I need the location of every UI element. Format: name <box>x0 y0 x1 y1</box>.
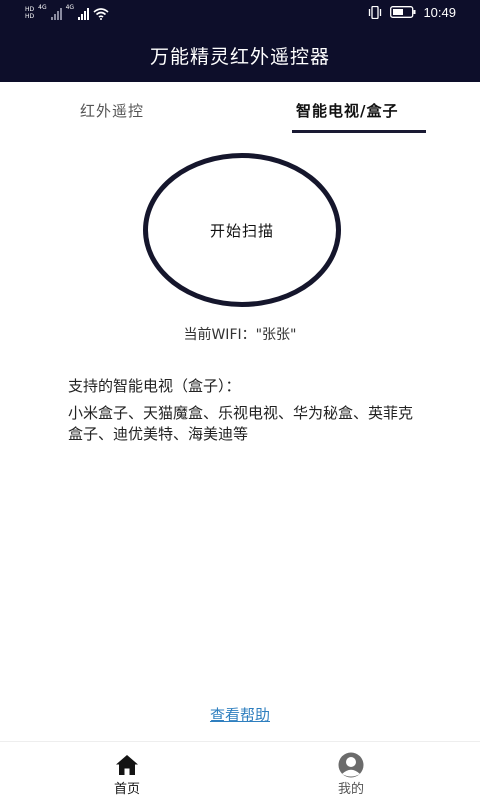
tab-bar: 红外遥控 智能电视/盒子 <box>0 82 480 134</box>
start-scan-button[interactable]: 开始扫描 <box>143 153 341 307</box>
network-type-2: 4G <box>65 4 75 11</box>
start-scan-label: 开始扫描 <box>209 221 274 240</box>
battery-icon <box>390 6 416 18</box>
sim2-tag: HD <box>25 13 35 20</box>
clock: 10:49 <box>423 4 456 20</box>
tab-infrared-remote[interactable]: 红外遥控 <box>80 100 144 121</box>
status-bar: HD HD 4G 4G 10:49 <box>0 0 480 26</box>
user-avatar-icon <box>338 752 364 778</box>
vibrate-icon <box>369 5 382 19</box>
nav-mine[interactable]: 我的 <box>301 742 401 801</box>
network-type-1: 4G <box>38 4 47 11</box>
bottom-navigation: 首页 我的 <box>0 741 480 801</box>
wifi-icon <box>93 8 109 20</box>
nav-home-label: 首页 <box>113 782 140 797</box>
home-icon <box>116 755 138 775</box>
supported-devices-title: 支持的智能电视（盒子）： <box>68 377 241 395</box>
app-header: HD HD 4G 4G 10:49 万能精灵红外遥控器 <box>0 0 480 82</box>
signal-icon <box>50 8 62 20</box>
active-tab-indicator <box>292 130 426 133</box>
sim-tags: HD HD <box>25 7 34 20</box>
app-title: 万能精灵红外遥控器 <box>149 46 330 68</box>
tab-smart-tv-box[interactable]: 智能电视/盒子 <box>296 100 398 121</box>
status-left: HD HD 4G 4G <box>25 4 109 20</box>
status-right: 10:49 <box>367 4 456 20</box>
supported-devices-list: 小米盒子、天猫魔盒、乐视电视、华为秘盒、英菲克盒子、迪优美特、海美迪等 <box>68 404 414 443</box>
nav-mine-label: 我的 <box>337 782 364 797</box>
nav-home[interactable]: 首页 <box>77 742 177 801</box>
current-wifi-text: 当前WIFI："张张" <box>183 327 297 343</box>
signal-icon <box>78 8 90 20</box>
view-help-link[interactable]: 查看帮助 <box>0 704 480 725</box>
